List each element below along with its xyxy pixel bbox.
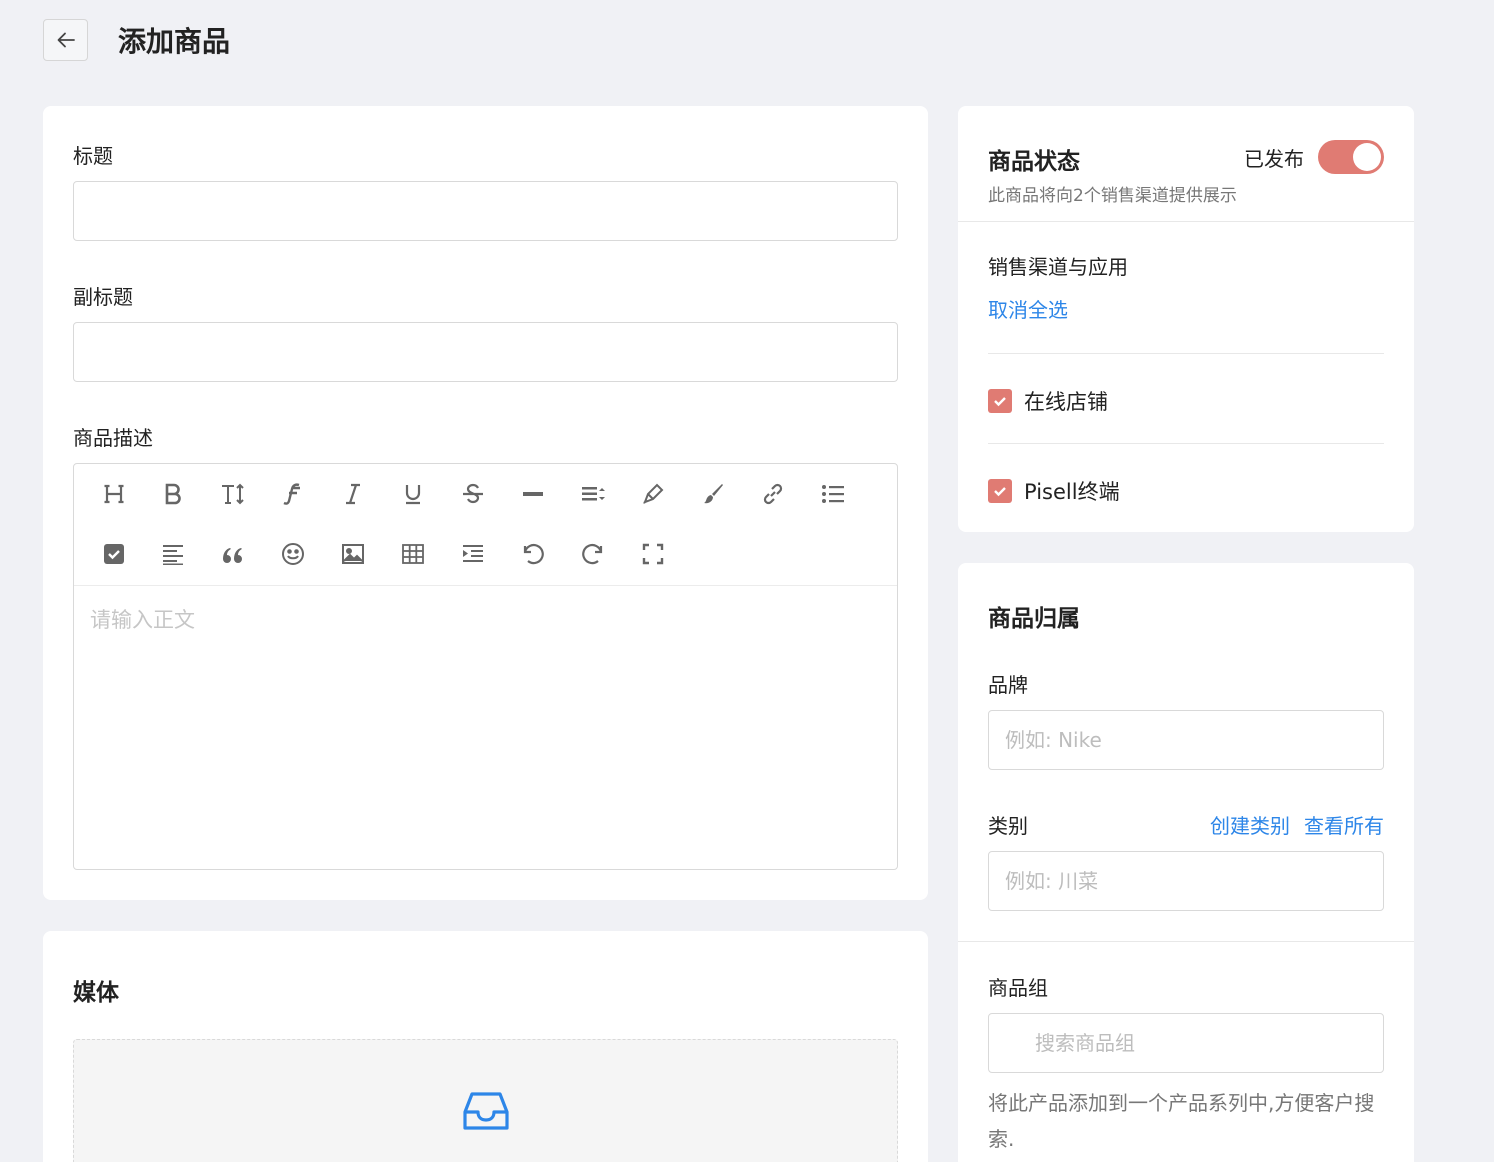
paint-brush-icon[interactable] — [693, 474, 733, 514]
status-title: 商品状态 — [988, 149, 1080, 175]
editor-content-area[interactable]: 请输入正文 — [74, 586, 897, 652]
emoji-icon[interactable] — [273, 534, 313, 574]
italic-icon[interactable] — [333, 474, 373, 514]
highlight-pen-icon[interactable] — [633, 474, 673, 514]
rich-text-editor: 请输入正文 — [73, 463, 898, 870]
publish-toggle[interactable] — [1318, 140, 1384, 174]
page-title: 添加商品 — [118, 25, 231, 58]
checkbox-pisell-terminal[interactable] — [988, 479, 1012, 503]
category-label: 类别 — [988, 814, 1028, 838]
deselect-all-link[interactable]: 取消全选 — [988, 294, 1068, 323]
media-title: 媒体 — [73, 980, 119, 1006]
description-label: 商品描述 — [73, 426, 153, 450]
page-header: 添加商品 — [43, 19, 230, 61]
redo-icon[interactable] — [573, 534, 613, 574]
media-upload-area[interactable] — [73, 1039, 898, 1162]
brand-input[interactable] — [988, 710, 1384, 770]
line-height-icon[interactable] — [573, 474, 613, 514]
editor-placeholder: 请输入正文 — [90, 608, 195, 632]
strikethrough-icon[interactable] — [453, 474, 493, 514]
todo-checkbox-icon[interactable] — [94, 534, 134, 574]
status-subtitle: 此商品将向2个销售渠道提供展示 — [988, 186, 1237, 206]
horizontal-rule-icon[interactable] — [513, 474, 553, 514]
brand-label: 品牌 — [988, 673, 1028, 697]
underline-icon[interactable] — [393, 474, 433, 514]
category-input[interactable] — [988, 851, 1384, 911]
publish-toggle-group: 已发布 — [1244, 140, 1384, 174]
media-card: 媒体 — [43, 931, 928, 1162]
channels-title: 销售渠道与应用 — [988, 255, 1128, 279]
arrow-left-icon — [57, 32, 75, 48]
subtitle-label: 副标题 — [73, 285, 133, 309]
divider — [958, 941, 1414, 942]
divider — [988, 353, 1384, 354]
bullet-list-icon[interactable] — [813, 474, 853, 514]
inbox-icon — [463, 1092, 509, 1130]
create-category-link[interactable]: 创建类别 — [1210, 810, 1290, 839]
product-info-card: 标题 副标题 商品描述 请输入正文 — [43, 106, 928, 900]
channel-online-store[interactable]: 在线店铺 — [988, 386, 1108, 416]
fullscreen-icon[interactable] — [633, 534, 673, 574]
undo-icon[interactable] — [513, 534, 553, 574]
channel-pisell-terminal[interactable]: Pisell终端 — [988, 476, 1120, 506]
toggle-knob — [1353, 143, 1381, 171]
title-input[interactable] — [73, 181, 898, 241]
font-size-icon[interactable] — [213, 474, 253, 514]
quote-icon[interactable] — [213, 534, 253, 574]
checkbox-online-store[interactable] — [988, 389, 1012, 413]
link-icon[interactable] — [753, 474, 793, 514]
divider — [988, 443, 1384, 444]
publish-toggle-label: 已发布 — [1244, 146, 1304, 171]
checkmark-icon — [994, 487, 1006, 497]
product-status-card: 商品状态 已发布 此商品将向2个销售渠道提供展示 销售渠道与应用 取消全选 在线… — [958, 106, 1414, 532]
product-organization-card: 商品归属 品牌 类别 创建类别 查看所有 商品组 将此产品添加到一个产品系列中,… — [958, 563, 1414, 1162]
editor-toolbar — [74, 464, 897, 586]
subtitle-input[interactable] — [73, 322, 898, 382]
channel-label: 在线店铺 — [1024, 390, 1108, 414]
indent-icon[interactable] — [453, 534, 493, 574]
align-left-icon[interactable] — [153, 534, 193, 574]
category-actions: 创建类别 查看所有 — [1210, 810, 1384, 839]
view-all-link[interactable]: 查看所有 — [1304, 810, 1384, 839]
image-icon[interactable] — [333, 534, 373, 574]
organization-title: 商品归属 — [988, 606, 1080, 632]
product-group-search — [988, 1013, 1384, 1073]
table-icon[interactable] — [393, 534, 433, 574]
title-label: 标题 — [73, 144, 113, 168]
font-family-icon[interactable] — [273, 474, 313, 514]
channel-label: Pisell终端 — [1024, 480, 1120, 504]
back-button[interactable] — [43, 19, 88, 61]
bold-icon[interactable] — [153, 474, 193, 514]
divider — [958, 221, 1414, 222]
product-group-input[interactable] — [988, 1013, 1384, 1073]
product-group-help: 将此产品添加到一个产品系列中,方便客户搜索. — [988, 1091, 1375, 1151]
checkmark-icon — [994, 397, 1006, 407]
product-group-label: 商品组 — [988, 976, 1048, 1000]
heading-icon[interactable] — [94, 474, 134, 514]
